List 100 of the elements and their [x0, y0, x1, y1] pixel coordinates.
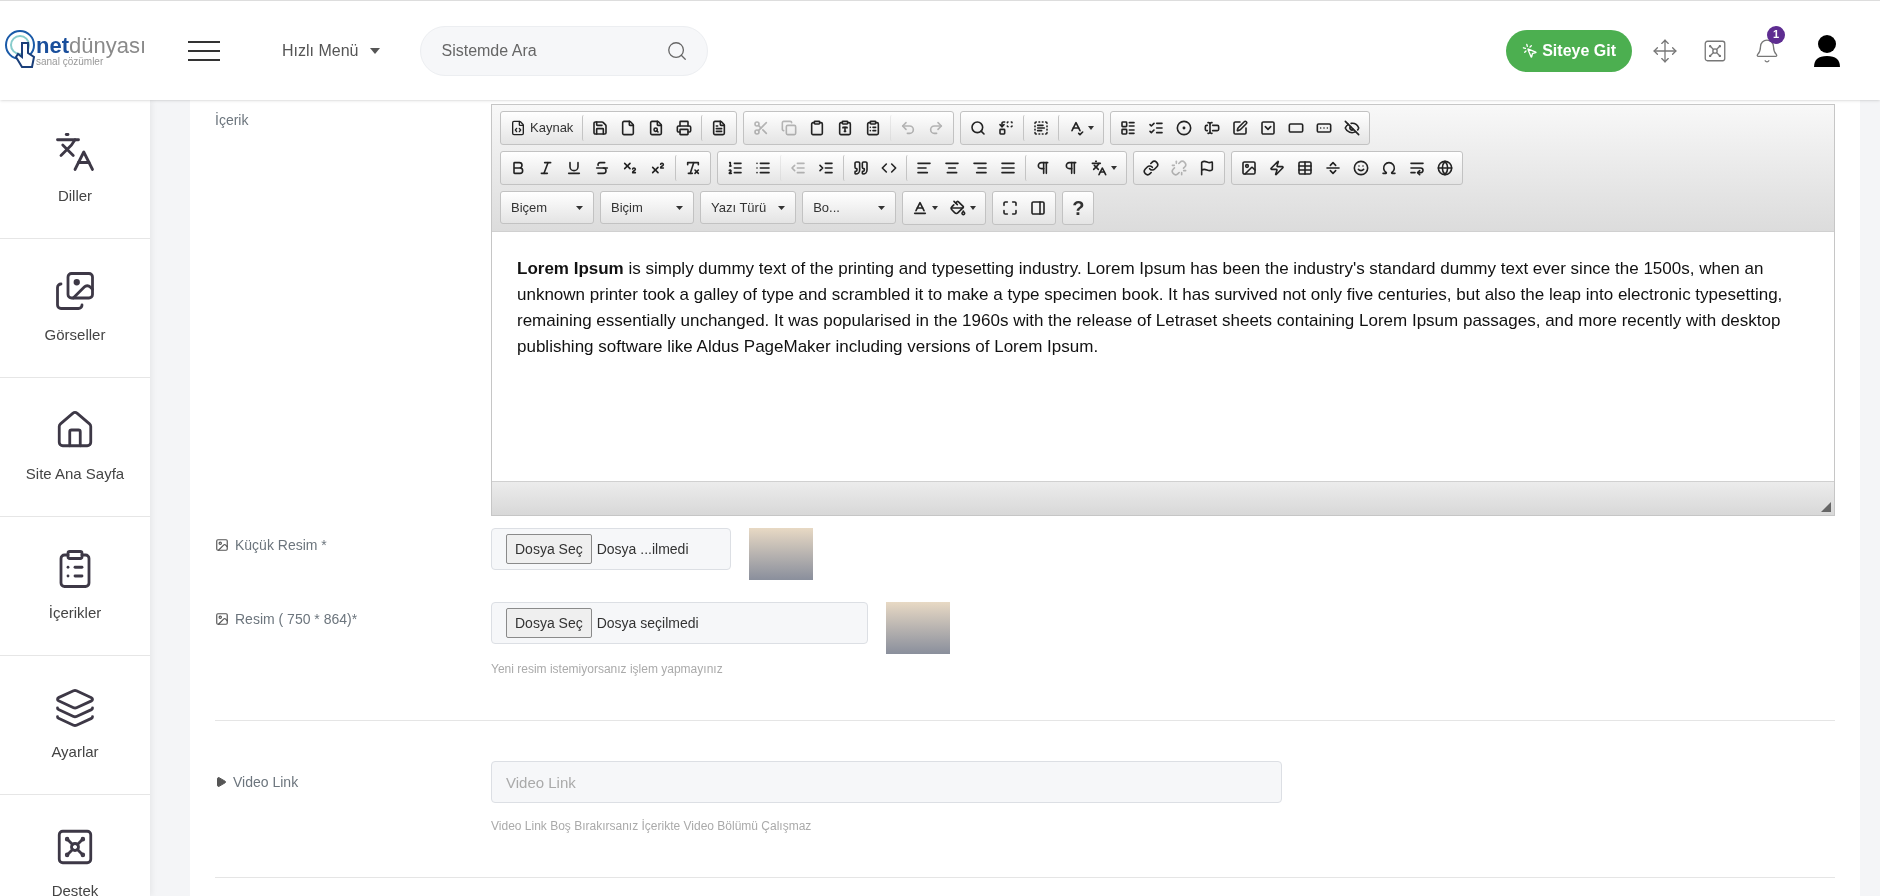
sidebar-item[interactable]: Diller [0, 100, 150, 239]
link-icon [1143, 160, 1159, 176]
notification-count-badge: 1 [1767, 25, 1785, 44]
language-icon [1091, 160, 1107, 176]
omega-icon [1381, 160, 1397, 176]
pointer-click-icon [1522, 42, 1539, 59]
toolbar-dropdown[interactable]: Biçem [500, 191, 594, 224]
sidebar-item[interactable]: Görseller [0, 239, 150, 378]
body-text: Lorem Ipsum is simply dummy text of the printing and typesetting industry. Lorem Ipsum has been the industry's standard dummy text ever since the 1500s, when an unknown printer took a galley of type and scrambled it to make a type specimen book. It has survived not only five centuries, but also the leap into electronic typesetting, remaining essentially unchanged. It was popularised in the 1960s with the release of Letraset sheets containing Lorem Ipsum passages, and more recently with desktop publishing software like Aldus PageMaker including versions of Lorem Ipsum. [517, 258, 1784, 358]
copy-icon [781, 120, 798, 136]
resize-grip-icon[interactable] [1821, 502, 1831, 512]
undo-icon [900, 120, 917, 136]
logo[interactable]: netdünyası sanal çözümler [0, 28, 160, 73]
caret-icon [576, 205, 583, 210]
button-shape-icon [1288, 120, 1305, 136]
toolbar-dropdown[interactable]: Bo... [802, 191, 897, 224]
toolbar-dropdown[interactable]: Yazı Türü [700, 191, 797, 224]
div-code-icon [881, 160, 897, 176]
horizontal-rule-icon [1325, 160, 1341, 176]
file-input[interactable]: Dosya Seç Dosya seçilmedi [491, 602, 868, 644]
align-center-icon [944, 160, 960, 176]
bullet-list-icon [755, 160, 771, 176]
image-icon [215, 538, 229, 552]
video-link-field[interactable]: Video Link [491, 761, 1282, 803]
flash-icon [1269, 160, 1285, 176]
toolbar-button[interactable]: Kaynak [504, 115, 580, 141]
text-color-icon [912, 200, 929, 216]
new-page-icon [620, 120, 637, 136]
table-icon [1297, 160, 1313, 176]
hint-text: Yeni resim istemiyorsanız işlem yapmayınız [491, 661, 724, 678]
indent-icon [818, 160, 834, 176]
show-blocks-icon [1030, 200, 1047, 216]
numbered-list-icon [727, 160, 743, 176]
task-list-icon [1148, 120, 1165, 136]
strikethrough-icon [594, 160, 610, 176]
sidebar-item[interactable]: Site Ana Sayfa [0, 378, 150, 517]
quick-menu-dropdown[interactable]: Hızlı Menü [282, 38, 381, 63]
image-icon [1241, 160, 1257, 176]
globe-icon [1437, 160, 1453, 176]
outdent-icon [790, 160, 806, 176]
text-field-icon [1204, 120, 1221, 136]
subscript-icon [622, 160, 638, 176]
superscript-icon [650, 160, 666, 176]
hint-text: Video Link Boş Bırakırsanız İçerikte Video Bölümü Çalışmaz [491, 818, 813, 835]
paste-icon [809, 120, 826, 136]
smiley-icon [1353, 160, 1369, 176]
underline-icon [566, 160, 582, 176]
avatar-icon[interactable] [1814, 34, 1840, 67]
caret-icon [778, 205, 786, 210]
search-icon [970, 120, 987, 136]
caret-icon [1088, 126, 1095, 130]
flag-icon [1199, 160, 1215, 176]
sidebar-item[interactable]: Destek [0, 795, 150, 896]
caret-icon [1111, 166, 1117, 170]
page-break-icon [1409, 160, 1425, 176]
paste-text-icon [837, 120, 854, 136]
toolbar-button[interactable]: ? [1066, 195, 1091, 221]
toolbar-dropdown[interactable]: Biçim [600, 191, 694, 224]
pilcrow-icon [1063, 160, 1079, 176]
caret-icon [370, 47, 381, 54]
choose-file-button[interactable]: Dosya Seç [506, 608, 592, 638]
play-icon [215, 776, 227, 788]
paste-word-icon [865, 120, 882, 136]
textarea-icon [1232, 120, 1249, 136]
quote-icon [853, 160, 869, 176]
replace-icon [998, 120, 1015, 136]
choose-file-button[interactable]: Dosya Seç [506, 534, 592, 564]
language-icon [54, 130, 96, 173]
photo-placeholder [886, 602, 950, 654]
scissors-icon [753, 120, 770, 136]
insert-option-tool-icon [1176, 120, 1193, 136]
brand-name: netdünyası [36, 34, 147, 57]
image-icon [54, 269, 96, 312]
align-left-icon [916, 160, 932, 176]
remove-format-icon [685, 160, 701, 176]
layers-icon [54, 686, 96, 729]
caret-icon [676, 205, 683, 210]
align-right-icon [972, 160, 988, 176]
photo-placeholder [749, 528, 813, 580]
file-input[interactable]: Dosya Seç Dosya ...ilmedi [491, 528, 731, 570]
search-field[interactable]: Sistemde Ara [420, 25, 709, 76]
hidden-field-icon [1344, 120, 1361, 136]
redo-icon [928, 120, 945, 136]
notification-bell-icon[interactable] [1754, 37, 1780, 64]
bold-icon [510, 160, 526, 176]
spellcheck-icon [1068, 120, 1085, 136]
image-icon [215, 612, 229, 626]
italic-icon [538, 160, 554, 176]
print-icon [676, 120, 693, 136]
file-status: Dosya ...ilmedi [596, 539, 689, 559]
move-icon[interactable] [1652, 37, 1678, 64]
sidebar-item[interactable]: İçerikler [0, 517, 150, 656]
sidebar-item[interactable]: Ayarlar [0, 656, 150, 795]
unlink-icon [1171, 160, 1187, 176]
search-icon[interactable] [666, 39, 689, 62]
form-icon [1120, 120, 1137, 136]
field-label: Video Link [233, 772, 299, 792]
menu-button[interactable] [188, 40, 220, 61]
template-icon [711, 120, 728, 136]
file-status: Dosya seçilmedi [596, 613, 699, 633]
